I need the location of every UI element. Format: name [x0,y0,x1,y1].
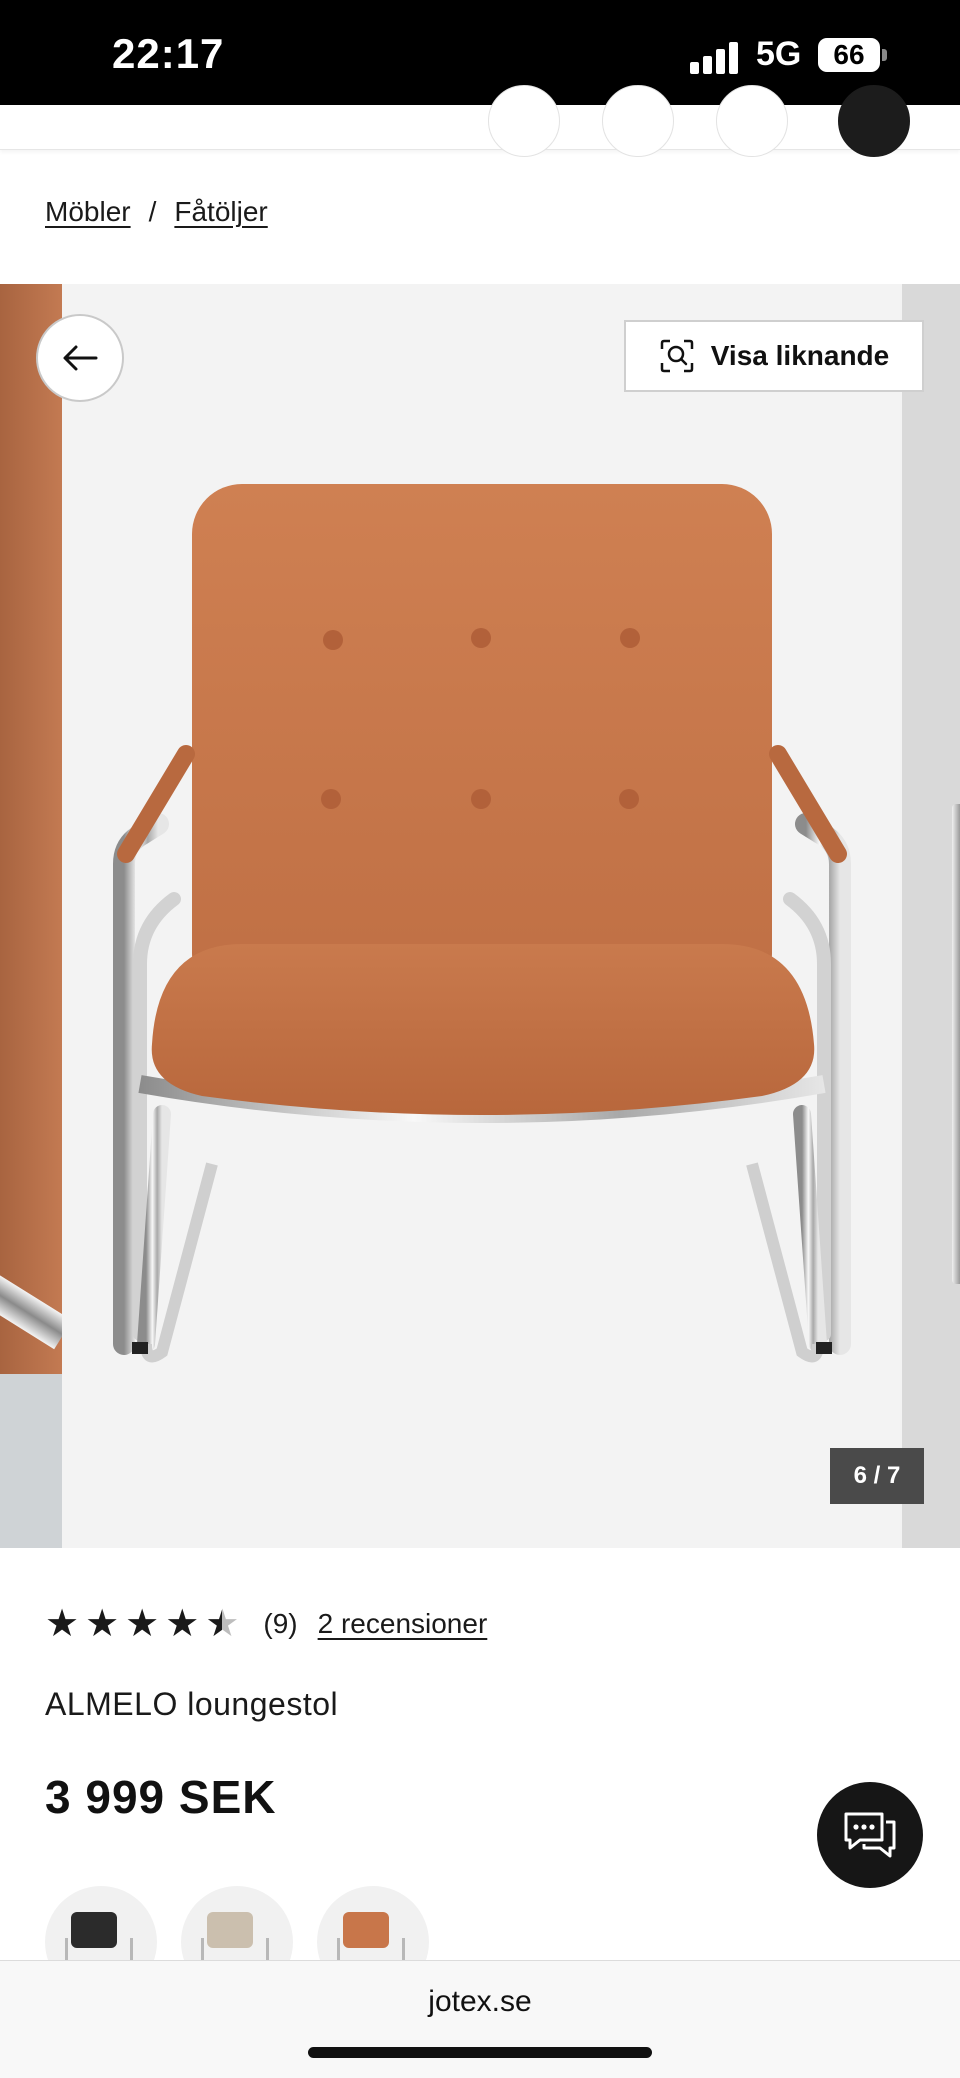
star-icon: ★ [85,1603,120,1645]
next-slide-peek[interactable] [902,284,960,1548]
network-type: 5G [756,35,802,73]
breadcrumb-link-mobler[interactable]: Möbler [45,196,131,227]
reviews-link[interactable]: 2 recensioner [318,1608,488,1640]
rating-count: (9) [263,1608,298,1639]
rating-stars: ★ ★ ★ ★ ★ [45,1605,239,1643]
arrow-left-icon [63,345,98,371]
status-time: 22:17 [112,30,225,77]
product-image[interactable] [62,284,902,1548]
cart-button[interactable] [838,85,910,157]
browser-address-bar[interactable]: jotex.se [0,1960,960,2078]
product-gallery[interactable]: Visa liknande 6 / 7 [0,284,960,1548]
battery-tip [882,49,887,61]
show-similar-button[interactable]: Visa liknande [624,320,924,392]
header-icon-button[interactable] [488,85,560,157]
product-title: ALMELO loungestol [45,1686,339,1722]
show-similar-label: Visa liknande [710,340,890,371]
product-rating: ★ ★ ★ ★ ★ (9) 2 recensioner [45,1605,487,1643]
site-header [0,85,960,157]
chat-button[interactable] [817,1782,923,1888]
battery-icon: 66 [818,38,880,72]
status-bar: 22:17 5G 66 [0,0,960,105]
visual-search-icon [660,339,694,373]
home-indicator[interactable] [308,2047,652,2058]
star-half-icon: ★ [205,1603,240,1645]
chair-illustration [113,484,851,1363]
breadcrumb-separator: / [148,196,157,227]
star-icon: ★ [125,1603,160,1645]
header-icon-button[interactable] [602,85,674,157]
breadcrumb-link-fatoljer[interactable]: Fåtöljer [174,196,267,227]
back-button[interactable] [36,314,124,402]
previous-slide-peek[interactable] [0,284,73,1548]
address-url[interactable]: jotex.se [0,1985,960,2019]
breadcrumb: Möbler / Fåtöljer [45,196,268,228]
star-icon: ★ [165,1603,200,1645]
chat-icon [844,1812,896,1858]
image-counter: 6 / 7 [830,1448,924,1504]
header-icon-button[interactable] [716,85,788,157]
signal-icon [690,40,742,74]
product-price: 3 999 SEK [45,1771,277,1823]
star-icon: ★ [45,1603,80,1645]
